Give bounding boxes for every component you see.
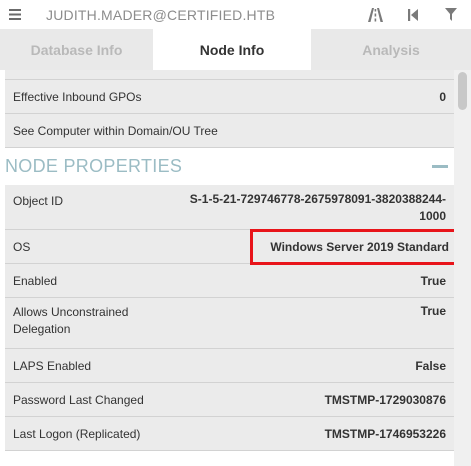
property-row-effective-inbound-gpos[interactable]: Effective Inbound GPOs 0 [5,80,454,114]
property-value: True [420,304,446,318]
menu-icon[interactable] [0,0,30,29]
property-row-os: OS Windows Server 2019 Standard [5,229,457,265]
collapse-icon[interactable] [432,165,448,168]
property-row-last-logon: Last Logon (Replicated) TMSTMP-174695322… [5,417,454,451]
filter-icon[interactable] [443,7,459,23]
scrollbar-thumb[interactable] [458,72,467,110]
property-label: Effective Inbound GPOs [13,89,142,104]
property-label: Enabled [13,273,58,288]
property-label: Last Logon (Replicated) [13,426,141,441]
node-properties-header[interactable]: NODE PROPERTIES [5,148,454,185]
node-info-panel: Effective Inbound GPOs 0 See Computer wi… [0,70,471,466]
property-label: OS [13,239,31,254]
current-user-label: JUDITH.MADER@CERTIFIED.HTB [46,6,276,23]
property-label: Allows Unconstrained Delegation [13,305,129,336]
highlight-box: Windows Server 2019 Standard [250,229,457,265]
clipped-row [5,70,454,80]
scrollbar[interactable] [454,70,471,466]
property-row-laps-enabled: LAPS Enabled False [5,349,454,383]
property-row-unconstrained-delegation: Allows Unconstrained Delegation True [5,298,454,349]
property-value: S-1-5-21-729746778-2675978091-3820388244… [189,192,446,223]
property-value: Windows Server 2019 Standard [270,240,449,254]
tab-node-info[interactable]: Node Info [153,29,311,70]
property-value: False [415,358,446,373]
section-title: NODE PROPERTIES [5,156,183,176]
property-label: Object ID [13,194,64,208]
property-value: True [420,273,446,288]
property-row-enabled: Enabled True [5,264,454,298]
property-label: See Computer within Domain/OU Tree [13,123,218,138]
tab-analysis[interactable]: Analysis [311,29,471,70]
property-label: Password Last Changed [13,392,144,407]
property-value: TMSTMP-1729030876 [324,392,446,407]
property-value: TMSTMP-1746953226 [324,426,446,441]
property-value: 0 [439,89,446,104]
tab-database-info[interactable]: Database Info [0,29,153,70]
property-row-password-last-changed: Password Last Changed TMSTMP-1729030876 [5,383,454,417]
property-row-see-computer-tree[interactable]: See Computer within Domain/OU Tree [5,114,454,148]
back-icon[interactable] [405,7,421,23]
top-bar: JUDITH.MADER@CERTIFIED.HTB [0,0,471,29]
property-row-object-id: Object ID S-1-5-21-729746778-2675978091-… [5,185,454,230]
tab-bar: Database Info Node Info Analysis [0,29,471,70]
property-label: LAPS Enabled [13,358,92,373]
pathfinding-icon[interactable] [367,7,383,23]
